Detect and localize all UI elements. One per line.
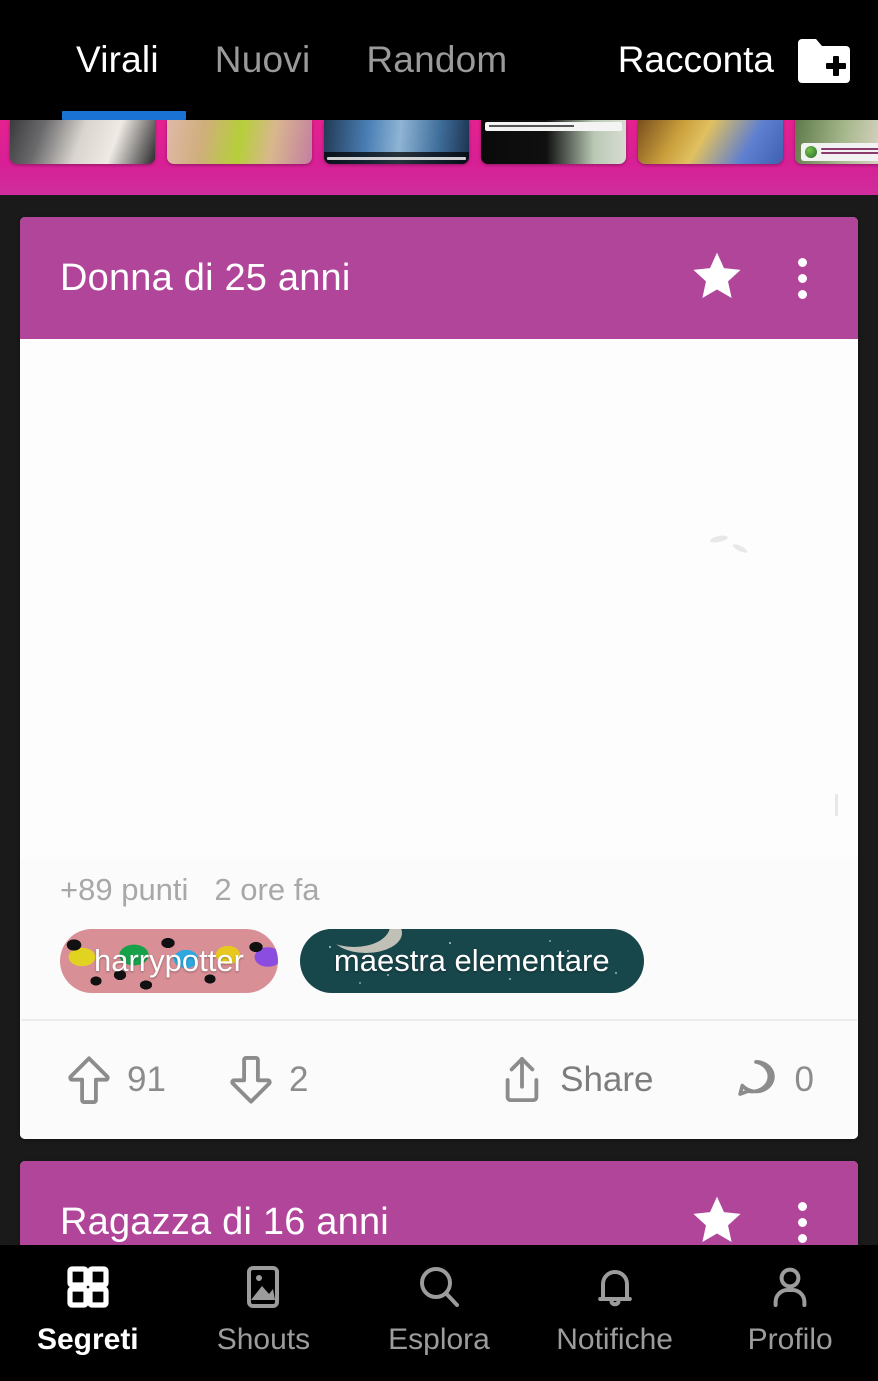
tab-virali-label: Virali — [76, 39, 159, 80]
nav-item-segreti-label: Segreti — [36, 1323, 139, 1356]
upvote-count: 91 — [127, 1060, 166, 1099]
more-vertical-icon-dot — [797, 289, 807, 299]
post-meta: +89 punti 2 ore fa — [20, 859, 858, 921]
tab-random[interactable]: Random — [338, 0, 535, 120]
more-vertical-icon-dot — [797, 1201, 807, 1211]
body-artifact — [835, 794, 838, 816]
search-icon — [413, 1261, 465, 1313]
post-title: Donna di 25 anni — [60, 256, 351, 299]
downvote-button[interactable]: 2 — [228, 1054, 308, 1106]
bottom-navigation-bar: Segreti Shouts Esplora Notifiche Profilo — [0, 1245, 878, 1381]
nav-item-esplora-label: Esplora — [388, 1323, 490, 1356]
grid-icon — [62, 1261, 114, 1313]
story-thumbnail[interactable] — [167, 120, 312, 164]
story-thumbnail[interactable] — [324, 120, 469, 164]
upvote-button[interactable]: 91 — [66, 1054, 166, 1106]
body-artifact — [731, 542, 749, 555]
tab-nuovi[interactable]: Nuovi — [187, 0, 339, 120]
tab-random-label: Random — [366, 39, 508, 80]
story-text-banner — [485, 122, 622, 131]
tab-virali[interactable]: Virali — [48, 0, 187, 120]
post-feed[interactable]: Donna di 25 anni +89 punti 2 ore fa harr… — [0, 195, 878, 1381]
post-body — [20, 339, 858, 859]
more-vertical-icon-dot — [797, 1217, 807, 1227]
arrow-down-icon — [228, 1054, 274, 1106]
story-thumbnail[interactable] — [795, 120, 878, 164]
more-vertical-icon-dot — [797, 273, 807, 283]
favorite-button[interactable] — [686, 1191, 748, 1253]
active-tab-indicator — [62, 111, 186, 120]
story-author-avatar — [805, 146, 817, 158]
nav-item-profilo-label: Profilo — [747, 1323, 833, 1356]
nav-item-profilo[interactable]: Profilo — [702, 1261, 878, 1357]
comment-bubble-icon — [732, 1055, 780, 1105]
story-thumbnail[interactable] — [10, 120, 155, 164]
post-action-bar: 91 2 Share 0 — [20, 1021, 858, 1139]
story-thumbnail[interactable] — [638, 120, 783, 164]
downvote-count: 2 — [288, 1060, 309, 1099]
comment-button[interactable]: 0 — [732, 1055, 814, 1105]
post-title: Ragazza di 16 anni — [60, 1200, 389, 1243]
tab-list: Virali Nuovi Random — [0, 0, 535, 120]
person-icon — [764, 1261, 816, 1313]
tag-chip-harrypotter[interactable]: harrypotter — [60, 929, 278, 993]
share-button[interactable]: Share — [499, 1054, 654, 1106]
story-caption — [324, 152, 469, 164]
comment-count: 0 — [794, 1060, 814, 1099]
tag-chip-maestra-elementare[interactable]: maestra elementare — [300, 929, 644, 993]
bell-icon — [589, 1261, 641, 1313]
compose-button[interactable]: Racconta — [618, 0, 852, 120]
story-thumbnail-image — [167, 120, 312, 164]
stories-list — [0, 120, 878, 195]
post-header: Donna di 25 anni — [20, 217, 858, 339]
tag-chip-label: harrypotter — [94, 943, 244, 978]
star-icon — [690, 249, 744, 308]
top-tab-bar: Virali Nuovi Random Racconta — [0, 0, 878, 120]
nav-item-esplora[interactable]: Esplora — [351, 1261, 527, 1357]
post-timestamp: 2 ore fa — [214, 872, 320, 907]
share-icon — [499, 1054, 545, 1106]
story-author-text — [821, 148, 878, 156]
image-icon — [237, 1261, 289, 1313]
compose-button-label: Racconta — [617, 39, 774, 80]
body-artifact — [709, 534, 729, 544]
post-overflow-menu-button[interactable] — [782, 1191, 822, 1253]
more-vertical-icon-dot — [797, 1233, 807, 1243]
tag-chip-label: maestra elementare — [333, 943, 610, 978]
share-label: Share — [560, 1060, 654, 1099]
post-tags: harrypotter maestra elementare — [20, 921, 858, 1019]
story-thumbnail-image — [10, 120, 155, 164]
app-root: Virali Nuovi Random Racconta Donna di 25… — [0, 0, 878, 1381]
post-overflow-menu-button[interactable] — [782, 247, 822, 309]
post-points: +89 punti — [60, 872, 189, 907]
nav-item-segreti[interactable]: Segreti — [0, 1261, 176, 1357]
folder-plus-icon — [796, 37, 852, 83]
nav-item-notifiche[interactable]: Notifiche — [527, 1261, 703, 1357]
more-vertical-icon-dot — [797, 257, 807, 267]
post-card: Donna di 25 anni +89 punti 2 ore fa harr… — [20, 217, 858, 1139]
tab-nuovi-label: Nuovi — [214, 39, 311, 80]
story-thumbnail-image — [638, 120, 783, 164]
nav-item-shouts-label: Shouts — [216, 1323, 311, 1356]
stories-strip[interactable] — [0, 120, 878, 195]
star-icon — [690, 1193, 744, 1252]
arrow-up-icon — [66, 1054, 112, 1106]
story-thumbnail[interactable] — [481, 120, 626, 164]
nav-item-notifiche-label: Notifiche — [556, 1323, 673, 1356]
favorite-button[interactable] — [686, 247, 748, 309]
nav-item-shouts[interactable]: Shouts — [176, 1261, 352, 1357]
story-author-row — [801, 143, 878, 161]
